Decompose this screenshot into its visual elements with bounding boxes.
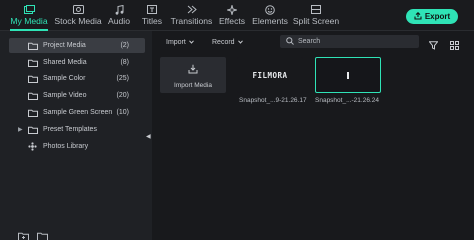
tab-stock-media[interactable]: Stock Media (54, 4, 102, 29)
sidebar-item-label: Preset Templates (43, 126, 97, 133)
folder-icon[interactable] (37, 228, 48, 240)
grid-view-icon[interactable] (450, 37, 459, 55)
tab-label: Audio (108, 16, 130, 26)
chevron-down-icon (188, 39, 194, 46)
tab-label: Split Screen (292, 16, 340, 26)
new-folder-icon[interactable] (18, 228, 29, 240)
expand-arrow-icon[interactable]: ▶ (18, 126, 23, 133)
search-placeholder: Search (298, 38, 321, 45)
sidebar-item-label: Sample Color (43, 75, 86, 82)
tab-split-screen[interactable]: Split Screen (292, 4, 340, 29)
folder-icon (28, 59, 40, 67)
export-button[interactable]: Export (406, 9, 458, 24)
sidebar-item-count: (25) (116, 75, 129, 82)
folder-icon (28, 42, 40, 50)
sidebar-item-count: (8) (120, 59, 129, 66)
export-icon (414, 11, 422, 22)
sidebar-item-label: Project Media (43, 42, 86, 49)
media-caption: Snapshot_...-21.26.24 (315, 97, 379, 104)
sidebar-item-project-media[interactable]: Project Media (2) (9, 38, 145, 53)
tab-label: My Media (10, 16, 48, 26)
folder-icon (28, 109, 40, 117)
stock-media-icon (71, 4, 85, 15)
titles-icon (145, 4, 159, 15)
split-screen-icon (309, 4, 323, 15)
tab-transitions[interactable]: Transitions (171, 4, 212, 29)
sidebar-item-label: Photos Library (43, 143, 89, 150)
top-tab-bar: My Media Stock Media Audio Titles Transi… (0, 0, 474, 31)
tab-label: Stock Media (54, 16, 102, 26)
tab-label: Titles (141, 16, 163, 26)
record-dropdown-label: Record (212, 39, 235, 46)
search-input[interactable]: Search (280, 35, 419, 48)
record-dropdown[interactable]: Record (212, 37, 243, 48)
photos-library-icon (28, 142, 40, 151)
import-media-label: Import Media (174, 82, 212, 89)
filter-icon[interactable] (428, 37, 439, 55)
media-sidebar: Project Media (2) Shared Media (8) Sampl… (0, 31, 152, 240)
media-thumbnail-selected[interactable] (315, 57, 381, 93)
sidebar-item-label: Shared Media (43, 59, 87, 66)
search-icon (286, 36, 294, 47)
sidebar-item-sample-video[interactable]: Sample Video (20) (9, 88, 145, 103)
sidebar-item-photos-library[interactable]: Photos Library (9, 139, 145, 154)
sidebar-item-shared-media[interactable]: Shared Media (8) (9, 55, 145, 70)
tab-my-media[interactable]: My Media (10, 4, 48, 29)
elements-icon (263, 4, 277, 15)
media-caption: Snapshot_...9-21.26.17 (239, 97, 307, 104)
folder-icon (28, 126, 40, 134)
filmora-logo: FILMORA (252, 70, 288, 80)
sidebar-item-label: Sample Video (43, 92, 87, 99)
sidebar-item-sample-color[interactable]: Sample Color (25) (9, 71, 145, 86)
sidebar-item-count: (10) (116, 109, 129, 116)
import-icon (188, 61, 198, 79)
sidebar-item-count: (20) (116, 92, 129, 99)
sidebar-footer (18, 228, 48, 240)
import-dropdown[interactable]: Import (166, 37, 194, 48)
tab-label: Effects (218, 16, 246, 26)
media-thumbnail[interactable]: FILMORA (237, 57, 303, 93)
import-dropdown-label: Import (166, 39, 186, 46)
folder-icon (28, 75, 40, 83)
chevron-down-icon (237, 39, 243, 46)
text-cursor-mark (347, 71, 349, 79)
sidebar-item-preset-templates[interactable]: ▶ Preset Templates (9, 122, 145, 137)
tab-label: Elements (252, 16, 288, 26)
folder-icon (28, 92, 40, 100)
sidebar-item-sample-green-screen[interactable]: Sample Green Screen (10) (9, 105, 145, 120)
export-label: Export (424, 12, 451, 21)
sidebar-item-count: (2) (120, 42, 129, 49)
transitions-icon (185, 4, 199, 15)
tab-effects[interactable]: Effects (219, 4, 245, 29)
sidebar-item-label: Sample Green Screen (43, 109, 113, 116)
tab-audio[interactable]: Audio (108, 4, 130, 29)
music-note-icon (112, 4, 126, 15)
collapse-sidebar-icon[interactable]: ◀ (146, 133, 151, 140)
import-media-tile[interactable]: Import Media (160, 57, 226, 93)
tab-label: Transitions (170, 16, 213, 26)
effects-sparkle-icon (225, 4, 239, 15)
tab-elements[interactable]: Elements (252, 4, 288, 29)
tab-titles[interactable]: Titles (141, 4, 163, 29)
my-media-icon (22, 4, 36, 15)
